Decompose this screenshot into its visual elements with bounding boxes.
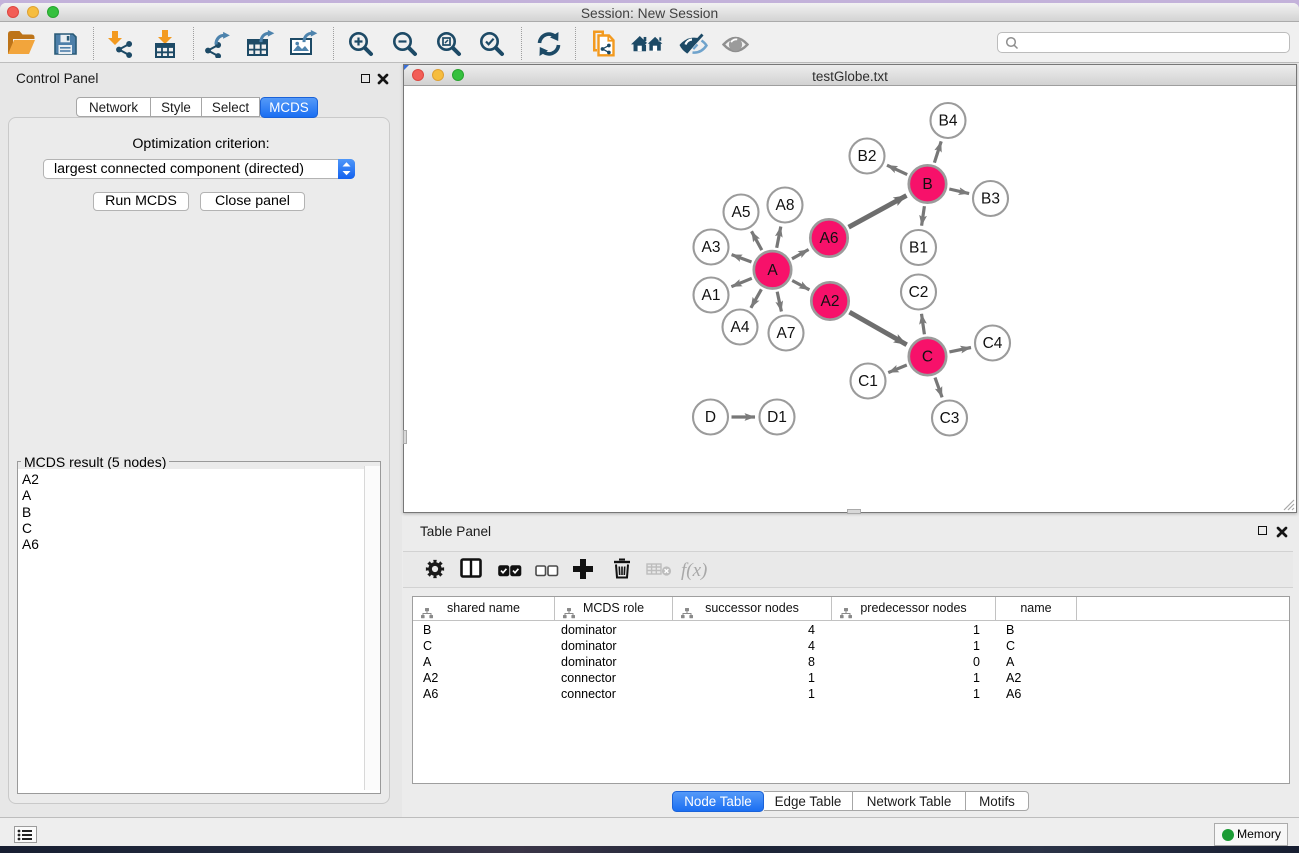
- svg-text:D1: D1: [767, 409, 787, 426]
- svg-text:A: A: [767, 262, 778, 279]
- svg-text:B: B: [922, 176, 932, 193]
- svg-text:C4: C4: [983, 335, 1003, 352]
- svg-text:C1: C1: [858, 373, 878, 390]
- svg-text:A1: A1: [702, 287, 721, 304]
- svg-text:B3: B3: [981, 191, 1000, 208]
- svg-text:D: D: [705, 409, 716, 426]
- svg-text:B4: B4: [939, 113, 958, 130]
- svg-text:C3: C3: [940, 410, 960, 427]
- svg-text:B2: B2: [858, 148, 877, 165]
- svg-text:C: C: [922, 349, 933, 366]
- svg-text:A8: A8: [776, 197, 795, 214]
- svg-text:A5: A5: [732, 204, 751, 221]
- svg-text:A7: A7: [777, 325, 796, 342]
- svg-text:A4: A4: [731, 319, 750, 336]
- svg-text:B1: B1: [909, 240, 928, 257]
- svg-text:A3: A3: [702, 239, 721, 256]
- svg-text:C2: C2: [909, 284, 929, 301]
- svg-text:A2: A2: [821, 293, 840, 310]
- svg-text:A6: A6: [820, 230, 839, 247]
